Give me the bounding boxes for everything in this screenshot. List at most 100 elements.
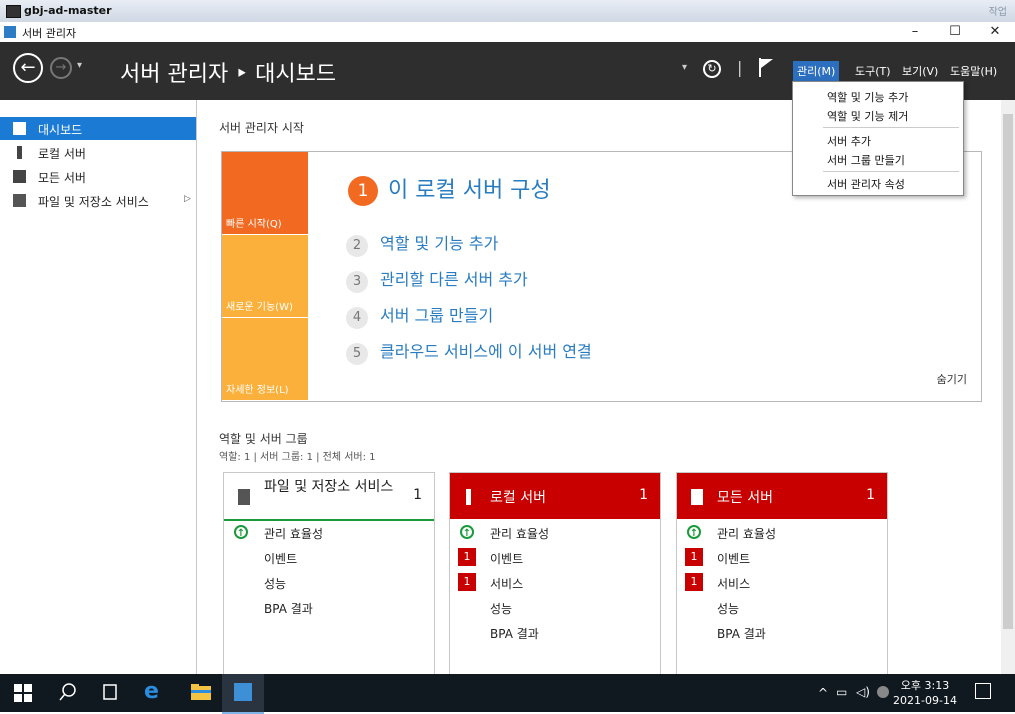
sidebar-item-local-server[interactable]: 로컬 서버 [0, 141, 196, 164]
search-icon[interactable] [58, 682, 80, 704]
menu-separator [823, 171, 959, 172]
local-server-card[interactable]: 로컬 서버 1 ↑ 관리 효율성 1 이벤트 1 서비스 성능 BPA 결과 [449, 472, 661, 674]
step-number: 4 [346, 307, 368, 329]
clock-time: 오후 3:13 [900, 679, 950, 692]
alert-badge: 1 [458, 573, 476, 591]
card-title: 파일 및 저장소 서비스 [264, 479, 394, 495]
maximize-button[interactable]: ☐ [935, 24, 975, 39]
menu-item-create-group[interactable]: 서버 그룹 만들기 [793, 150, 963, 169]
internet-explorer-icon[interactable]: e [144, 681, 166, 704]
help-menu[interactable]: 도움말(H) [950, 63, 997, 79]
card-title: 로컬 서버 [490, 490, 546, 506]
clock[interactable]: 오후 3:13 2021-09-14 [890, 678, 960, 708]
file-storage-card[interactable]: 파일 및 저장소 서비스 1 ↑ 관리 효율성 이벤트 성능 BPA 결과 [223, 472, 435, 674]
volume-icon[interactable]: ◁) [856, 685, 870, 699]
configure-local-server-link[interactable]: 1 이 로컬 서버 구성 [348, 172, 551, 206]
card-header[interactable]: 파일 및 저장소 서비스 1 [224, 473, 434, 521]
back-button[interactable]: ← [13, 53, 43, 83]
card-header[interactable]: 모든 서버 1 [677, 473, 887, 519]
history-dropdown-icon[interactable]: ▾ [77, 60, 82, 71]
sidebar-item-file-storage[interactable]: 파일 및 저장소 서비스 ▷ [0, 189, 196, 212]
card-title: 모든 서버 [717, 490, 773, 506]
sidebar-item-label: 파일 및 저장소 서비스 [38, 195, 149, 209]
step-label: 관리할 다른 서버 추가 [380, 270, 528, 289]
card-row-services[interactable]: 서비스 [490, 575, 523, 592]
notification-flag-icon[interactable] [757, 56, 775, 81]
card-header[interactable]: 로컬 서버 1 [450, 473, 660, 519]
menu-item-label: 역할 및 기능 제거 [827, 110, 909, 123]
ok-status-icon: ↑ [234, 525, 248, 539]
roles-summary: 역할: 1 | 서버 그룹: 1 | 전체 서버: 1 [219, 452, 376, 463]
status-icon[interactable] [877, 686, 889, 698]
card-row-events[interactable]: 이벤트 [717, 550, 750, 567]
menu-item-label: 서버 그룹 만들기 [827, 154, 905, 167]
minimize-button[interactable]: – [895, 24, 935, 39]
step-number: 2 [346, 235, 368, 257]
file-explorer-icon[interactable] [190, 682, 212, 704]
start-windows-icon[interactable] [14, 682, 36, 704]
manage-dropdown-menu: 역할 및 기능 추가 역할 및 기능 제거 서버 추가 서버 그룹 만들기 서버… [792, 81, 964, 196]
card-row-events[interactable]: 이벤트 [490, 550, 523, 567]
scrollbar-thumb[interactable] [1003, 114, 1013, 629]
add-servers-link[interactable]: 3 관리할 다른 서버 추가 [346, 266, 528, 293]
manage-menu[interactable]: 관리(M) [793, 61, 840, 81]
card-row-services[interactable]: 서비스 [717, 575, 750, 592]
menu-item-add-servers[interactable]: 서버 추가 [793, 131, 963, 150]
vm-task-label[interactable]: 작업 [989, 3, 1007, 18]
view-menu[interactable]: 보기(V) [902, 63, 938, 79]
card-count: 1 [413, 487, 422, 503]
step-label: 역할 및 기능 추가 [380, 234, 499, 253]
menu-item-remove-roles[interactable]: 역할 및 기능 제거 [793, 106, 963, 125]
add-roles-link[interactable]: 2 역할 및 기능 추가 [346, 230, 498, 257]
card-row-events[interactable]: 이벤트 [264, 550, 297, 567]
vertical-scrollbar[interactable] [1001, 100, 1015, 674]
storage-icon [238, 489, 250, 505]
forward-button[interactable]: → [50, 57, 72, 79]
step-number: 3 [346, 271, 368, 293]
notification-center-icon[interactable] [975, 683, 991, 699]
card-count: 1 [866, 487, 875, 503]
tile-learn-more[interactable]: 자세한 정보(L) [222, 318, 308, 400]
connect-cloud-link[interactable]: 5 클라우드 서비스에 이 서버 연결 [346, 338, 592, 365]
tools-menu[interactable]: 도구(T) [855, 63, 891, 79]
sidebar-item-dashboard[interactable]: 대시보드 [0, 117, 196, 140]
server-manager-icon [234, 683, 252, 701]
card-row-bpa[interactable]: BPA 결과 [717, 625, 766, 642]
server-manager-taskbar-item[interactable] [222, 674, 264, 714]
card-row-performance[interactable]: 성능 [490, 600, 512, 617]
card-row-bpa[interactable]: BPA 결과 [490, 625, 539, 642]
alert-badge: 1 [685, 573, 703, 591]
card-row-manageability[interactable]: 관리 효율성 [490, 525, 549, 542]
close-button[interactable]: ✕ [975, 24, 1015, 39]
tile-quick-start[interactable]: 빠른 시작(Q) [222, 152, 308, 234]
ok-status-icon: ↑ [460, 525, 474, 539]
card-row-performance[interactable]: 성능 [717, 600, 739, 617]
sidebar-item-all-servers[interactable]: 모든 서버 [0, 165, 196, 188]
expand-arrow-icon[interactable]: ▷ [184, 194, 191, 204]
card-row-performance[interactable]: 성능 [264, 575, 286, 592]
menu-item-add-roles[interactable]: 역할 및 기능 추가 [793, 87, 963, 106]
refresh-dropdown-icon[interactable]: ▾ [682, 62, 687, 73]
all-servers-card[interactable]: 모든 서버 1 ↑ 관리 효율성 1 이벤트 1 서비스 성능 BPA 결과 [676, 472, 888, 674]
refresh-icon[interactable]: ↻ [703, 60, 721, 78]
dashboard-icon [13, 122, 26, 135]
menu-item-label: 서버 추가 [827, 135, 871, 148]
show-hidden-icons-icon[interactable]: ^ [818, 686, 828, 700]
hide-link[interactable]: 숨기기 [937, 371, 967, 387]
server-icon [17, 146, 22, 159]
tile-whats-new[interactable]: 새로운 기능(W) [222, 235, 308, 317]
task-view-icon[interactable] [100, 682, 122, 704]
sidebar: 대시보드 로컬 서버 모든 서버 파일 및 저장소 서비스 ▷ [0, 100, 197, 674]
network-icon[interactable]: ▭ [836, 685, 847, 699]
create-group-link[interactable]: 4 서버 그룹 만들기 [346, 302, 493, 329]
card-row-manageability[interactable]: 관리 효율성 [717, 525, 776, 542]
menu-separator [823, 127, 959, 128]
breadcrumb: 서버 관리자 ‣ 대시보드 [120, 62, 337, 87]
card-row-bpa[interactable]: BPA 결과 [264, 600, 313, 617]
menu-item-properties[interactable]: 서버 관리자 속성 [793, 174, 963, 193]
window-title-bar: 서버 관리자 – ☐ ✕ [0, 22, 1015, 42]
separator: | [737, 58, 743, 77]
alert-badge: 1 [685, 548, 703, 566]
card-row-manageability[interactable]: 관리 효율성 [264, 525, 323, 542]
step-number: 1 [348, 176, 378, 206]
